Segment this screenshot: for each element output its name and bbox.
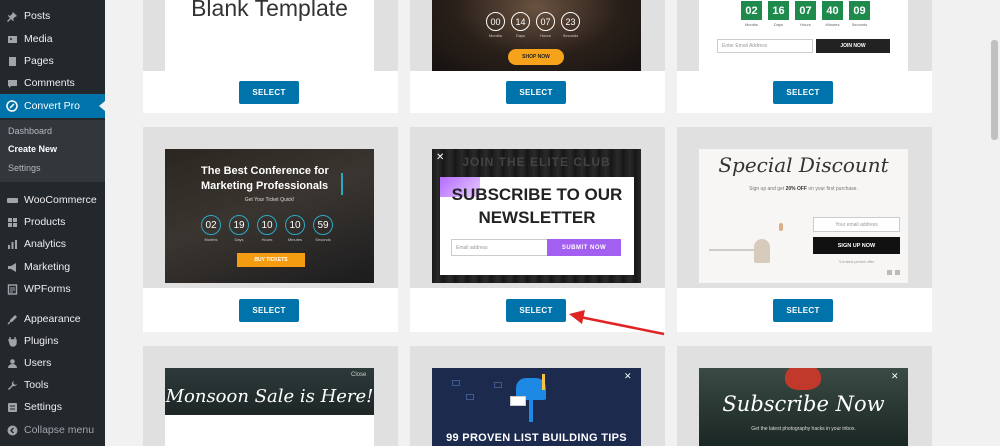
annotation-arrow	[569, 310, 665, 336]
